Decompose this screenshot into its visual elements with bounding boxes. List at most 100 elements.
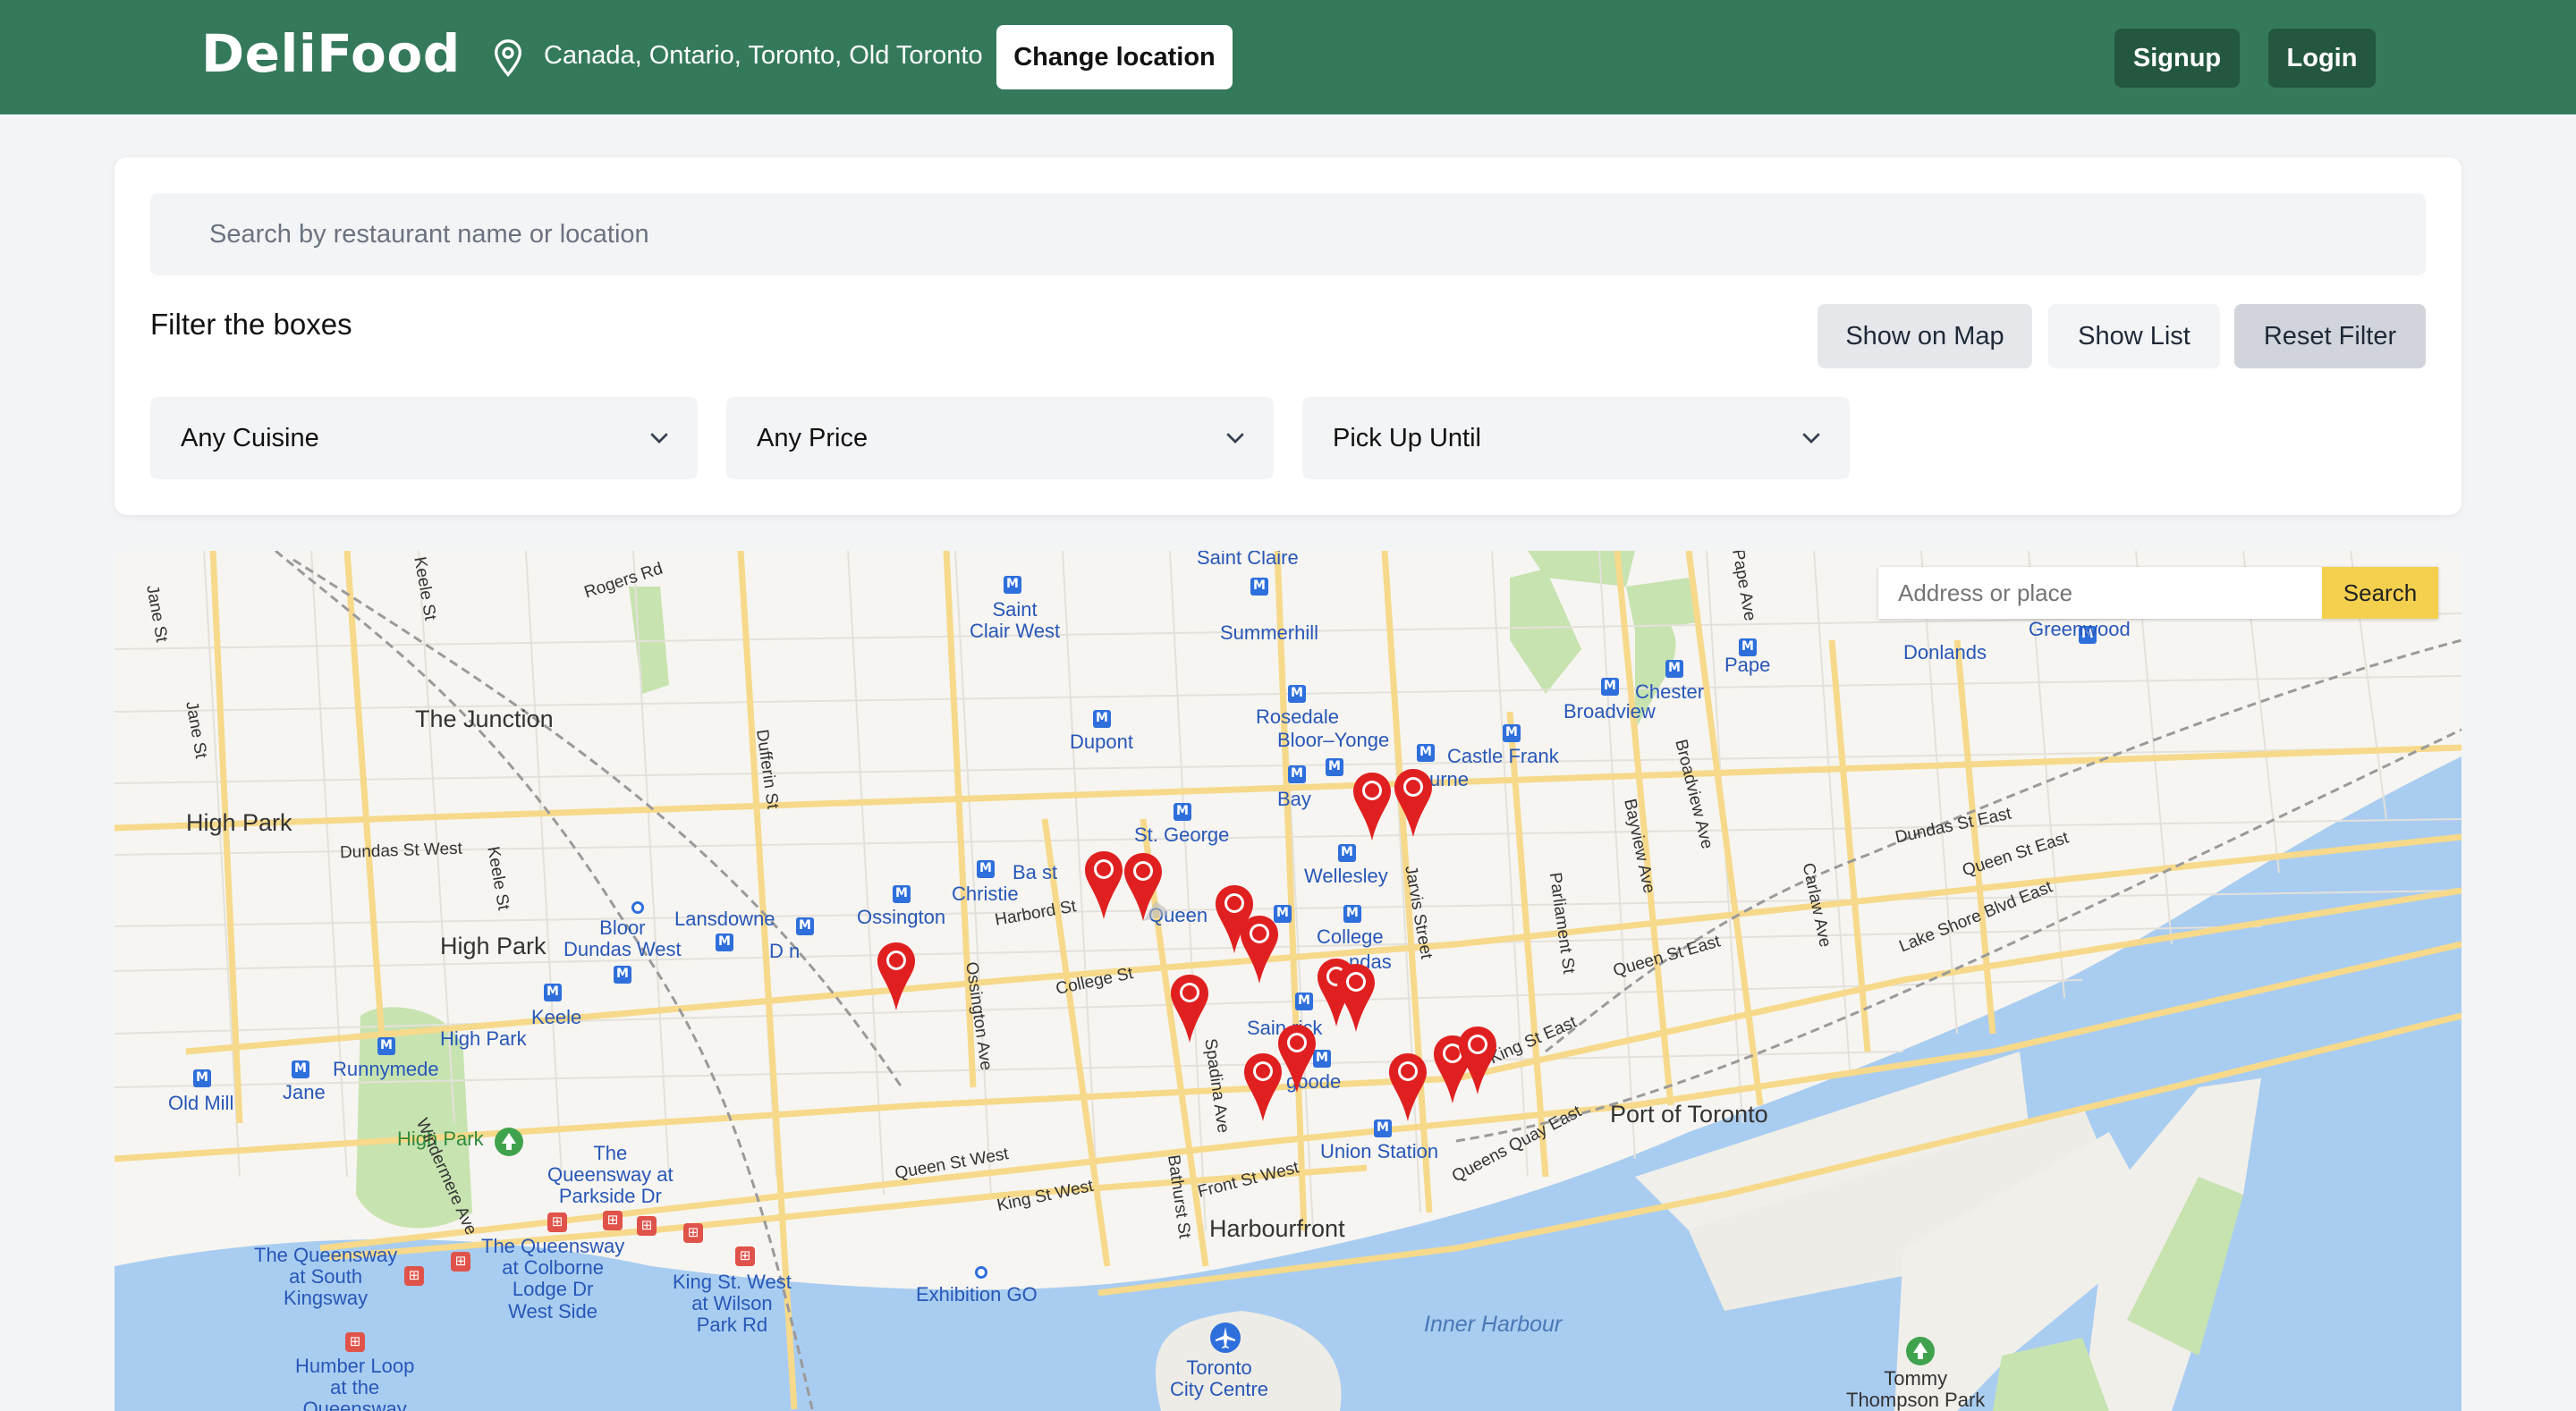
metro-icon: [1004, 576, 1021, 594]
tram-icon: [451, 1252, 470, 1272]
chevron-down-icon: [1802, 433, 1820, 444]
map-label-king-wilson-park: King St. West at Wilson Park Rd: [673, 1271, 792, 1337]
metro-icon: [796, 917, 814, 935]
tram-icon: [683, 1223, 703, 1243]
map-label-castle-frank: Castle Frank: [1447, 745, 1559, 767]
metro-icon: [1338, 844, 1356, 862]
map-label-junction: The Junction: [415, 706, 554, 732]
restaurant-marker[interactable]: [1080, 849, 1127, 921]
map-label-runnymede: Runnymede: [333, 1058, 439, 1080]
map-label-st-george: St. George: [1134, 824, 1230, 846]
map-label-christie: Christie: [952, 883, 1019, 905]
reset-filter-button[interactable]: Reset Filter: [2234, 304, 2426, 368]
map-label-port-of-toronto: Port of Toronto: [1610, 1101, 1768, 1128]
map-label-high-park: High Park: [186, 809, 292, 836]
metro-icon: [292, 1060, 309, 1078]
map-address-input[interactable]: [1878, 567, 2322, 619]
map-label-tommy-thompson: Tommy Thompson Park: [1846, 1367, 1986, 1411]
map-label-high-park-area: High Park: [440, 933, 547, 959]
map-label-bloor-yonge: Bloor–Yonge: [1277, 729, 1390, 751]
cuisine-select[interactable]: Any Cuisine: [150, 397, 698, 479]
map-label-saint-clair-west: Saint Clair West: [970, 598, 1061, 643]
map-label-wellesley: Wellesley: [1304, 865, 1388, 887]
metro-icon: [614, 966, 631, 984]
restaurant-search-input[interactable]: [150, 193, 2426, 275]
restaurant-marker[interactable]: [1240, 1052, 1286, 1123]
map-label-humber-loop: Humber Loop at the Queensway: [295, 1355, 415, 1411]
filter-title: Filter the boxes: [150, 308, 352, 341]
metro-icon: [977, 860, 995, 878]
map-label-bloor-dundas-west: Bloor Dundas West: [564, 917, 682, 961]
tram-icon: [404, 1266, 424, 1286]
metro-icon: [1503, 724, 1521, 742]
restaurant-marker[interactable]: [1166, 973, 1213, 1044]
map-label-ossington: Ossington: [857, 906, 946, 928]
signup-button[interactable]: Signup: [2114, 29, 2240, 88]
pickup-time-select[interactable]: Pick Up Until: [1302, 397, 1850, 479]
map-label-jane: Jane: [283, 1081, 326, 1103]
metro-icon: [544, 984, 562, 1001]
pickup-select-value: Pick Up Until: [1333, 424, 1481, 452]
app-logo[interactable]: DeliFood: [201, 23, 461, 84]
metro-icon: [893, 885, 911, 903]
metro-icon: [1601, 678, 1619, 696]
airport-icon: [1210, 1322, 1241, 1353]
chevron-down-icon: [650, 433, 668, 444]
metro-icon: [1174, 803, 1191, 821]
park-icon: [495, 1128, 523, 1156]
price-select[interactable]: Any Price: [726, 397, 1274, 479]
restaurant-marker[interactable]: [873, 941, 919, 1012]
restaurant-map[interactable]: Search The Junction High Park High Park …: [114, 551, 2462, 1411]
tram-icon: [547, 1212, 567, 1232]
restaurant-marker[interactable]: [1454, 1025, 1501, 1096]
map-label-inner-harbour: Inner Harbour: [1424, 1312, 1563, 1337]
metro-icon: [1326, 758, 1343, 776]
map-label-saint-claire: Saint Claire: [1197, 551, 1299, 569]
metro-icon: [1417, 744, 1435, 762]
map-label-rosedale: Rosedale: [1256, 706, 1339, 728]
map-label-high-park-station: High Park: [440, 1027, 527, 1050]
current-location: Canada, Ontario, Toronto, Old Toronto: [544, 41, 983, 70]
map-label-summerhill: Summerhill: [1220, 621, 1319, 644]
tram-icon: [603, 1211, 623, 1230]
map-label-lansdowne: Lansdowne: [674, 908, 775, 930]
metro-icon: [1665, 660, 1683, 678]
map-label-donlands: Donlands: [1903, 641, 1987, 663]
metro-icon: [1288, 685, 1306, 703]
login-button[interactable]: Login: [2268, 29, 2376, 88]
restaurant-marker[interactable]: [1236, 914, 1283, 985]
metro-icon: [193, 1069, 211, 1087]
map-label-queensway-colborne: The Queensway at Colborne Lodge Dr West …: [481, 1235, 625, 1322]
map-search-bar: Search: [1878, 567, 2438, 619]
map-search-button[interactable]: Search: [2322, 567, 2438, 619]
metro-icon: [1250, 578, 1268, 596]
tram-icon: [345, 1332, 365, 1352]
map-label-dupont: Dupont: [1070, 731, 1133, 753]
cuisine-select-value: Any Cuisine: [181, 424, 319, 452]
chevron-down-icon: [1226, 433, 1244, 444]
restaurant-marker[interactable]: [1385, 1052, 1431, 1123]
show-on-map-button[interactable]: Show on Map: [1818, 304, 2032, 368]
restaurant-marker[interactable]: [1333, 962, 1379, 1034]
map-tiles[interactable]: [114, 551, 2462, 1411]
map-label-queensway-parkside: The Queensway at Parkside Dr: [547, 1142, 674, 1208]
map-label-dufferin: D n: [769, 940, 801, 962]
restaurant-marker[interactable]: [1349, 771, 1395, 842]
map-pin-icon: [494, 39, 522, 77]
map-label-bay: Bay: [1277, 788, 1311, 810]
map-label-college: College: [1317, 925, 1384, 948]
map-label-queensway-south-kingsway: The Queensway at South Kingsway: [254, 1244, 398, 1310]
map-label-union-station: Union Station: [1320, 1140, 1439, 1162]
park-icon: [1906, 1337, 1935, 1365]
show-list-button[interactable]: Show List: [2048, 304, 2220, 368]
go-station-icon: [975, 1266, 987, 1279]
filter-card: Filter the boxes Show on Map Show List R…: [114, 157, 2462, 515]
metro-icon: [716, 934, 733, 951]
restaurant-marker[interactable]: [1390, 767, 1436, 839]
change-location-button[interactable]: Change location: [996, 25, 1233, 89]
map-label-keele: Keele: [531, 1006, 582, 1028]
metro-icon: [1093, 710, 1111, 728]
map-label-old-mill: Old Mill: [168, 1092, 234, 1114]
map-label-broadview: Broadview: [1563, 700, 1656, 722]
tram-icon: [637, 1216, 657, 1236]
